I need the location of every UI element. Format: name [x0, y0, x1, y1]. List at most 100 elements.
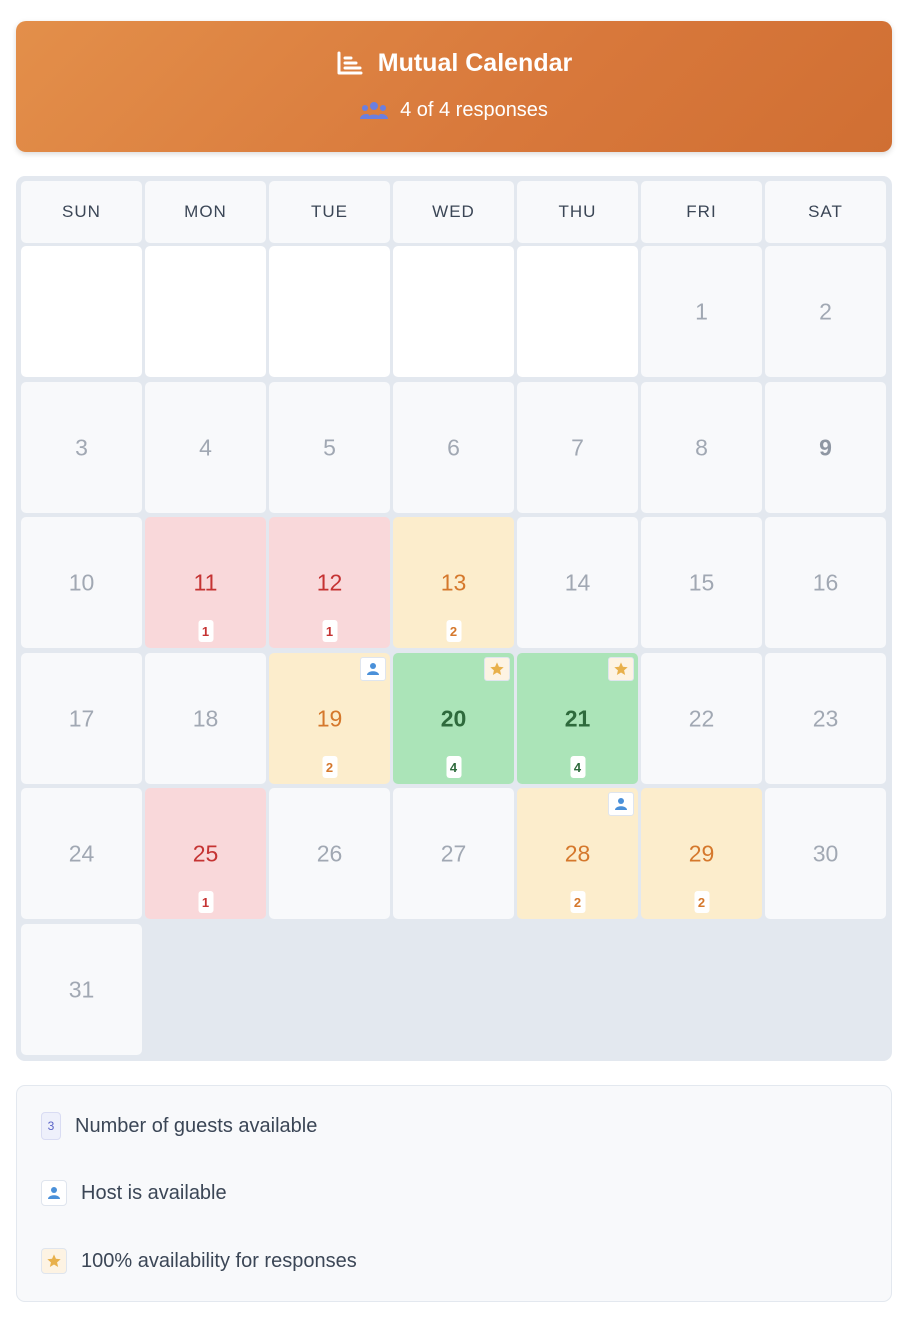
day-number: 22 — [688, 705, 715, 731]
day-number: 17 — [68, 705, 95, 731]
day-number: 28 — [564, 840, 591, 866]
chart-icon — [336, 51, 364, 77]
day-cell[interactable]: 26 — [269, 788, 390, 919]
day-cell[interactable]: 21 4 — [517, 653, 638, 784]
day-cell[interactable]: 30 — [765, 788, 886, 919]
weekday-header: SAT — [765, 181, 886, 243]
legend: 3 Number of guests available Host is ava… — [16, 1085, 892, 1302]
legend-host: Host is available — [41, 1180, 227, 1206]
day-number: 5 — [323, 434, 336, 460]
legend-host-label: Host is available — [81, 1181, 227, 1204]
calendar-header: Mutual Calendar 4 of 4 responses — [16, 21, 892, 152]
day-number: 24 — [68, 840, 95, 866]
guest-count-sample: 3 — [41, 1112, 61, 1140]
day-number: 27 — [440, 840, 467, 866]
calendar-grid: SUN MON TUE WED THU FRI SAT 1 2 3 4 5 6 7 8 9 10 11 1 12 1 13… — [16, 176, 892, 1061]
day-cell[interactable]: 12 1 — [269, 517, 390, 648]
day-cell[interactable]: 7 — [517, 382, 638, 513]
day-number: 18 — [192, 705, 219, 731]
day-cell[interactable]: 14 — [517, 517, 638, 648]
star-icon — [484, 657, 510, 681]
day-cell[interactable]: 6 — [393, 382, 514, 513]
guest-count-badge: 2 — [694, 891, 709, 913]
star-icon — [608, 657, 634, 681]
guest-count-badge: 4 — [570, 756, 585, 778]
day-number: 12 — [316, 569, 343, 595]
weekday-header: MON — [145, 181, 266, 243]
day-number: 29 — [688, 840, 715, 866]
day-cell[interactable]: 9 — [765, 382, 886, 513]
day-number: 15 — [688, 569, 715, 595]
day-cell[interactable]: 15 — [641, 517, 762, 648]
day-cell[interactable]: 4 — [145, 382, 266, 513]
day-cell[interactable]: 19 2 — [269, 653, 390, 784]
day-cell[interactable]: 31 — [21, 924, 142, 1055]
day-number: 14 — [564, 569, 591, 595]
day-number: 6 — [447, 434, 460, 460]
guest-count-badge: 1 — [198, 620, 213, 642]
page-title: Mutual Calendar — [377, 49, 573, 77]
day-cell[interactable]: 17 — [21, 653, 142, 784]
day-number: 10 — [68, 569, 95, 595]
day-number: 2 — [819, 298, 832, 324]
day-number: 4 — [199, 434, 212, 460]
weekday-header: WED — [393, 181, 514, 243]
day-cell[interactable]: 27 — [393, 788, 514, 919]
day-cell[interactable]: 22 — [641, 653, 762, 784]
guest-count-badge: 2 — [446, 620, 461, 642]
legend-star: 100% availability for responses — [41, 1248, 357, 1274]
day-cell[interactable]: 24 — [21, 788, 142, 919]
day-cell[interactable]: 2 — [765, 246, 886, 377]
day-number: 3 — [75, 434, 88, 460]
host-icon — [608, 792, 634, 816]
day-cell[interactable]: 25 1 — [145, 788, 266, 919]
guest-count-badge: 1 — [322, 620, 337, 642]
day-number: 25 — [192, 840, 219, 866]
guest-count-badge: 1 — [198, 891, 213, 913]
weekday-header: FRI — [641, 181, 762, 243]
guest-count-badge: 2 — [570, 891, 585, 913]
day-cell[interactable]: 11 1 — [145, 517, 266, 648]
weekday-header: TUE — [269, 181, 390, 243]
legend-guests: 3 Number of guests available — [41, 1112, 317, 1140]
legend-guests-label: Number of guests available — [75, 1114, 318, 1137]
day-cell[interactable]: 13 2 — [393, 517, 514, 648]
empty-day-cell — [145, 246, 266, 377]
host-icon — [360, 657, 386, 681]
day-cell[interactable]: 10 — [21, 517, 142, 648]
day-number: 8 — [695, 434, 708, 460]
day-number: 19 — [316, 705, 343, 731]
weekday-header: THU — [517, 181, 638, 243]
responses-count: 4 of 4 responses — [400, 99, 548, 121]
empty-day-cell — [393, 246, 514, 377]
responses-row: 4 of 4 responses — [16, 99, 892, 122]
guest-count-badge: 2 — [322, 756, 337, 778]
day-number: 31 — [68, 976, 95, 1002]
day-number: 20 — [440, 705, 467, 731]
host-icon — [41, 1180, 67, 1206]
day-cell[interactable]: 28 2 — [517, 788, 638, 919]
day-cell[interactable]: 3 — [21, 382, 142, 513]
star-icon — [41, 1248, 67, 1274]
day-number: 11 — [193, 569, 218, 595]
day-number: 16 — [812, 569, 839, 595]
day-cell[interactable]: 23 — [765, 653, 886, 784]
guest-count-badge: 4 — [446, 756, 461, 778]
day-cell[interactable]: 1 — [641, 246, 762, 377]
day-cell[interactable]: 16 — [765, 517, 886, 648]
weekday-header: SUN — [21, 181, 142, 243]
users-icon — [360, 101, 389, 121]
empty-day-cell — [269, 246, 390, 377]
day-cell[interactable]: 20 4 — [393, 653, 514, 784]
day-number: 26 — [316, 840, 343, 866]
day-number: 30 — [812, 840, 839, 866]
day-cell[interactable]: 18 — [145, 653, 266, 784]
day-cell[interactable]: 29 2 — [641, 788, 762, 919]
day-number: 13 — [440, 569, 467, 595]
legend-star-label: 100% availability for responses — [81, 1249, 357, 1272]
empty-day-cell — [517, 246, 638, 377]
day-number: 21 — [564, 705, 591, 731]
day-cell[interactable]: 8 — [641, 382, 762, 513]
day-number: 9 — [819, 434, 832, 460]
day-cell[interactable]: 5 — [269, 382, 390, 513]
